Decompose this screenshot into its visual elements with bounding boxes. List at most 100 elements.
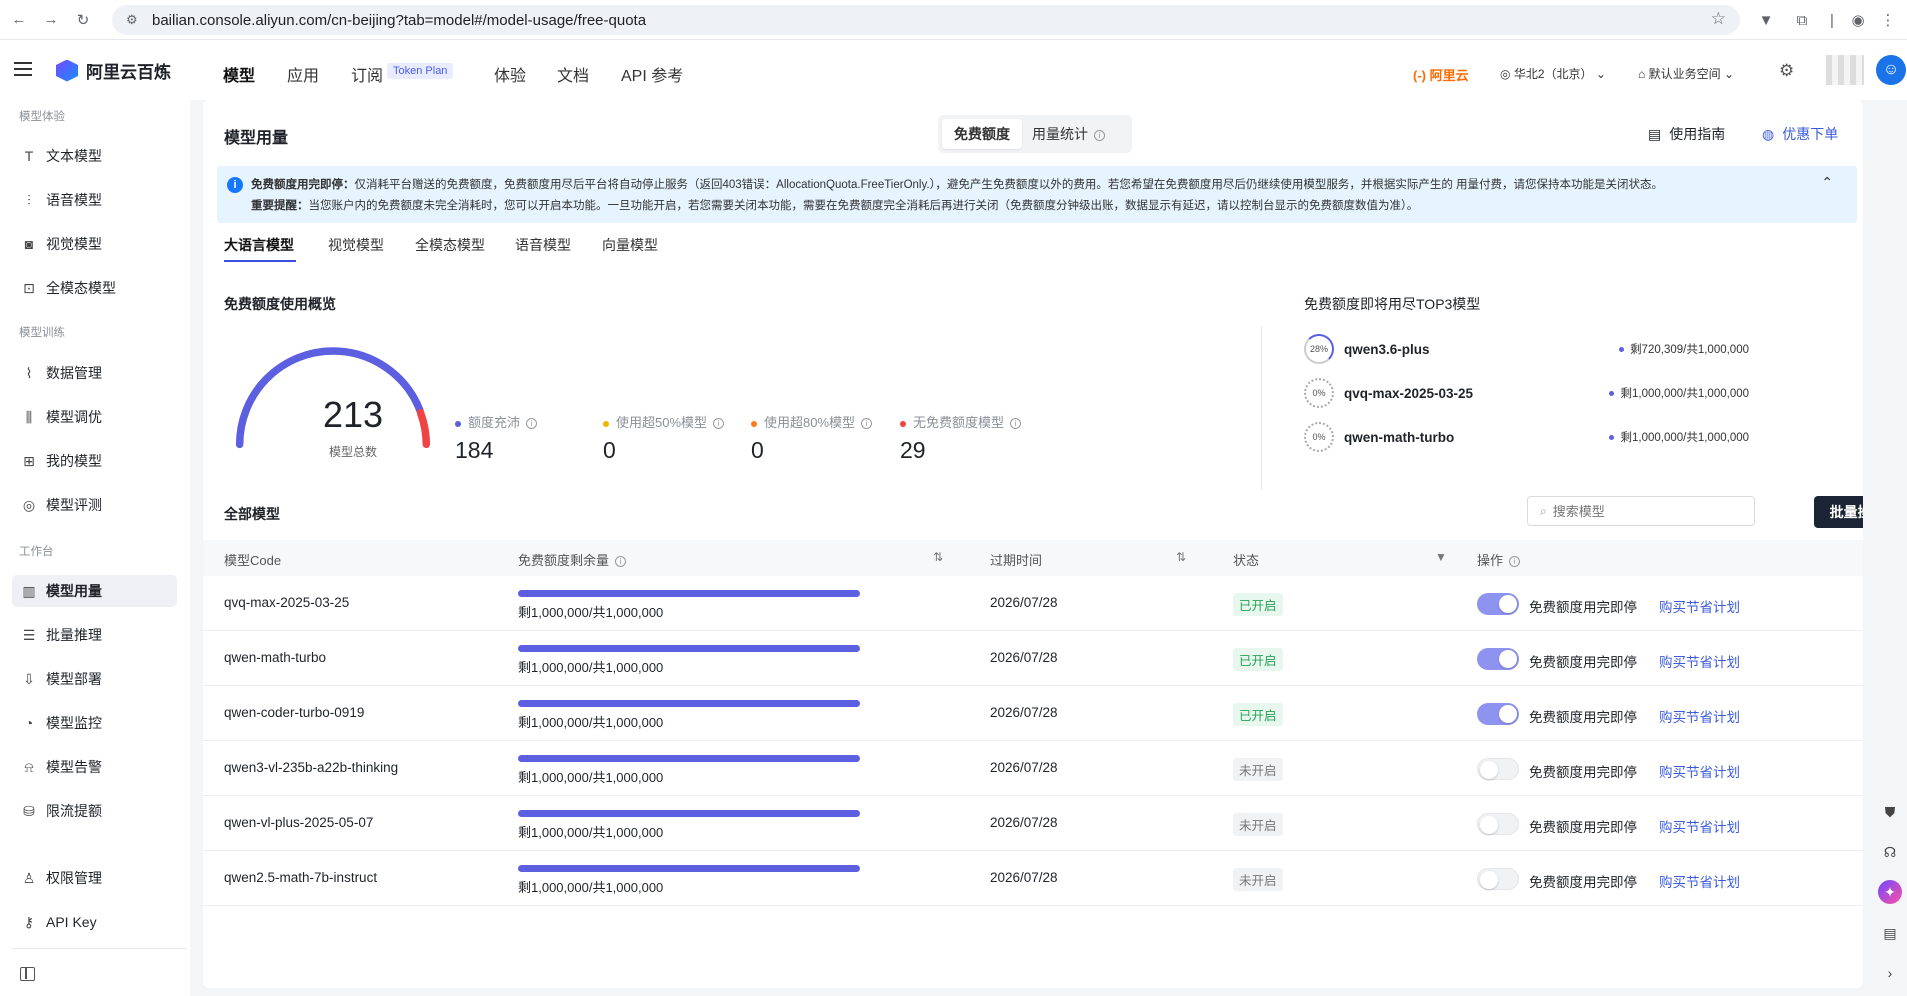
active-tab-indicator <box>224 260 296 262</box>
sidebar-item-label: 模型用量 <box>46 583 102 599</box>
region-selector[interactable]: ◎ 华北2（北京） ⌄ <box>1500 65 1606 82</box>
account-info-blurred[interactable] <box>1826 55 1864 85</box>
top3-item[interactable]: 28% qwen3.6-plus 剩720,309/共1,000,000 <box>1304 334 1749 364</box>
workspace-selector[interactable]: ⌂ 默认业务空间 ⌄ <box>1638 65 1734 82</box>
aliyun-logo[interactable]: (-) 阿里云 <box>1413 65 1469 84</box>
auto-stop-toggle[interactable] <box>1477 868 1519 890</box>
chart-line-icon: ⌇ <box>25 364 33 381</box>
nav-api-reference[interactable]: API 参考 <box>621 62 683 86</box>
segment-free-quota[interactable]: 免费额度 <box>942 119 1022 149</box>
auto-stop-toggle[interactable] <box>1477 593 1519 615</box>
sidebar-item-api-key[interactable]: ⚷ API Key <box>12 906 177 938</box>
auto-stop-toggle[interactable] <box>1477 758 1519 780</box>
nav-experience[interactable]: 体验 <box>494 62 526 86</box>
bulk-action-button[interactable]: 批量操作免费额度用完即停⌄ <box>1814 496 1863 528</box>
search-icon: ⌕ <box>1540 503 1547 518</box>
filter-icon[interactable]: ▼ <box>1754 8 1778 32</box>
avatar[interactable]: ☺ <box>1876 55 1906 85</box>
expire-date: 2026/07/28 <box>990 870 1058 885</box>
sort-expire-icon[interactable]: ⇅ <box>1176 550 1186 564</box>
filter-status-icon[interactable]: ▼ <box>1435 550 1447 564</box>
sidebar-group-training: 模型训练 <box>19 327 65 339</box>
chevron-up-icon[interactable]: ⌃ <box>1821 174 1833 191</box>
sidebar-item-permissions[interactable]: ♙ 权限管理 <box>12 862 177 894</box>
alarm-icon: ⍾ <box>24 758 34 775</box>
nav-subscribe[interactable]: 订阅 <box>351 62 383 86</box>
sidebar-item-my-models[interactable]: ⊞ 我的模型 <box>12 445 177 477</box>
sidebar-item-voice-model[interactable]: ⫶ 语音模型 <box>12 184 177 216</box>
table-header: 模型Code 免费额度剩余量 i ⇅ 过期时间 ⇅ 状态 ▼ 操作 i <box>203 540 1863 576</box>
notes-icon[interactable]: ▤ <box>1878 921 1902 945</box>
toggle-knob <box>1480 816 1498 834</box>
auto-stop-toggle[interactable] <box>1477 648 1519 670</box>
sidebar-item-label: 限流提额 <box>46 803 102 819</box>
toggle-knob <box>1499 595 1517 613</box>
address-bar[interactable]: ⚙ bailian.console.aliyun.com/cn-beijing?… <box>112 5 1740 35</box>
sidebar-item-label: 文本模型 <box>46 148 102 164</box>
sidebar-item-rate-limit[interactable]: ⛁ 限流提额 <box>12 795 177 827</box>
tab-embedding[interactable]: 向量模型 <box>602 235 658 255</box>
remaining-text: 剩1,000,000/共1,000,000 <box>518 605 664 620</box>
search-box[interactable]: ⌕ <box>1527 496 1755 526</box>
hamburger-menu-icon[interactable] <box>14 62 32 76</box>
discount-order-link[interactable]: ◍ 优惠下单 <box>1762 124 1838 144</box>
buy-plan-link[interactable]: 购买节省计划 <box>1659 761 1740 781</box>
tab-omni[interactable]: 全模态模型 <box>415 235 485 255</box>
search-input[interactable] <box>1552 503 1733 519</box>
sidebar-item-deployment[interactable]: ⇩ 模型部署 <box>12 663 177 695</box>
tab-voice[interactable]: 语音模型 <box>515 235 571 255</box>
forward-icon[interactable]: → <box>38 7 64 33</box>
auto-stop-toggle[interactable] <box>1477 813 1519 835</box>
bookmark-star-icon[interactable]: ☆ <box>1711 9 1726 29</box>
nav-app[interactable]: 应用 <box>287 62 319 86</box>
segment-usage-stats[interactable]: 用量统计 i <box>1020 119 1117 149</box>
buy-plan-link[interactable]: 购买节省计划 <box>1659 596 1740 616</box>
buy-plan-link[interactable]: 购买节省计划 <box>1659 871 1740 891</box>
sidebar-group-experience: 模型体验 <box>19 111 65 123</box>
settings-gear-icon[interactable]: ⚙ <box>1779 61 1794 81</box>
sidebar-item-batch-inference[interactable]: ☰ 批量推理 <box>12 619 177 651</box>
top3-remaining-text: 剩1,000,000/共1,000,000 <box>1620 432 1749 444</box>
tab-llm[interactable]: 大语言模型 <box>224 235 294 255</box>
top3-item[interactable]: 0% qvq-max-2025-03-25 剩1,000,000/共1,000,… <box>1304 378 1749 408</box>
chevron-right-icon[interactable]: › <box>1878 961 1902 985</box>
nav-model[interactable]: 模型 <box>223 62 255 86</box>
sidebar-item-fine-tune[interactable]: ⫼ 模型调优 <box>12 401 177 433</box>
auto-stop-toggle[interactable] <box>1477 703 1519 725</box>
reload-icon[interactable]: ↻ <box>70 7 96 33</box>
buy-plan-link[interactable]: 购买节省计划 <box>1659 651 1740 671</box>
console-header: 阿里云百炼 模型 应用 订阅 Token Plan 体验 文档 API 参考 (… <box>0 40 1907 100</box>
usage-guide-link[interactable]: ▤ 使用指南 <box>1648 124 1725 144</box>
sidebar-item-model-usage[interactable]: ▥ 模型用量 <box>12 575 177 607</box>
remaining-quota-bar <box>518 645 860 652</box>
sidebar-item-vision-model[interactable]: ◙ 视觉模型 <box>12 228 177 260</box>
table-row: qwen-math-turbo 剩1,000,000/共1,000,000 20… <box>203 631 1863 686</box>
profile-icon[interactable]: ◉ <box>1846 8 1870 32</box>
bag-icon[interactable]: ⛊ <box>1878 800 1902 824</box>
sidebar-item-alert[interactable]: ⍾ 模型告警 <box>12 751 177 783</box>
browser-menu-icon[interactable]: ⋮ <box>1876 8 1900 32</box>
nav-docs[interactable]: 文档 <box>557 62 589 86</box>
extensions-icon[interactable]: ⧉ <box>1790 8 1814 32</box>
sidebar-item-text-model[interactable]: T 文本模型 <box>12 140 177 172</box>
top3-item[interactable]: 0% qwen-math-turbo 剩1,000,000/共1,000,000 <box>1304 422 1749 452</box>
collapse-sidebar-icon[interactable] <box>20 967 35 981</box>
back-icon[interactable]: ← <box>6 7 32 33</box>
top3-remaining: 剩1,000,000/共1,000,000 <box>1609 385 1749 401</box>
site-info-icon[interactable]: ⚙ <box>126 12 142 28</box>
buy-plan-link[interactable]: 购买节省计划 <box>1659 816 1740 836</box>
headset-icon[interactable]: ☊ <box>1878 840 1902 864</box>
brand-logo[interactable]: 阿里云百炼 <box>56 58 171 83</box>
ai-assistant-icon[interactable]: ✦ <box>1878 880 1902 904</box>
sidebar-group-workbench: 工作台 <box>19 546 54 558</box>
sidebar-item-omni-model[interactable]: ⊡ 全模态模型 <box>12 272 177 304</box>
sidebar-item-data-management[interactable]: ⌇ 数据管理 <box>12 357 177 389</box>
buy-plan-link[interactable]: 购买节省计划 <box>1659 706 1740 726</box>
sidebar-item-monitor[interactable]: ◔ 模型监控 <box>12 707 177 739</box>
sidebar-item-evaluation[interactable]: ◎ 模型评测 <box>12 489 177 521</box>
tab-vision[interactable]: 视觉模型 <box>328 235 384 255</box>
sort-remaining-icon[interactable]: ⇅ <box>933 550 943 564</box>
toggle-label: 免费额度用完即停 <box>1529 600 1637 615</box>
token-plan-badge[interactable]: Token Plan <box>387 63 454 79</box>
remaining-quota-bar <box>518 700 860 707</box>
